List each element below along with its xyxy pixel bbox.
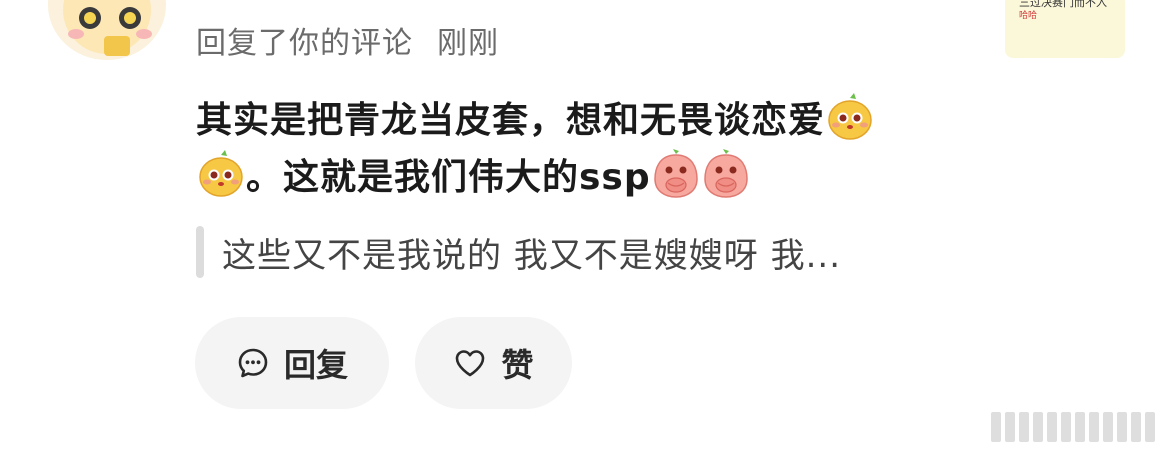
- quoted-comment[interactable]: 这些又不是我说的 我又不是嫂嫂呀 我...: [196, 226, 841, 278]
- quote-text: 这些又不是我说的 我又不是嫂嫂呀 我...: [222, 235, 842, 276]
- peach-cover-mouth-emoji: [651, 149, 701, 199]
- reply-label: 回复: [283, 346, 348, 384]
- comment-text-part1: 其实是把青龙当皮套，想和无畏谈恋爱: [196, 100, 826, 141]
- meta-action-text: 回复了你的评论: [196, 26, 413, 61]
- watermark: [991, 412, 1157, 442]
- thumbnail-subtext: 哈哈: [1019, 11, 1038, 21]
- avatar[interactable]: [48, 0, 166, 60]
- comment-meta: 回复了你的评论 刚刚: [196, 18, 499, 62]
- heart-icon: [453, 346, 487, 380]
- quote-bar: [196, 226, 204, 278]
- reply-button[interactable]: 回复: [195, 317, 389, 409]
- comment-time: 刚刚: [437, 26, 499, 61]
- like-button[interactable]: 赞: [415, 317, 572, 409]
- like-label: 赞: [501, 346, 534, 384]
- peach-cover-mouth-emoji: [701, 149, 751, 199]
- comment-content: 其实是把青龙当皮套，想和无畏谈恋爱 。这就是我们伟大的ssp: [196, 92, 986, 206]
- original-post-thumbnail[interactable]: 三过决赛门而不入 哈哈: [1005, 0, 1125, 58]
- yellow-mango-emoji: [825, 92, 875, 142]
- yellow-mango-emoji: [196, 149, 246, 199]
- comment-bubble-icon: [236, 346, 270, 380]
- comment-text-part2: 。这就是我们伟大的ssp: [246, 157, 651, 198]
